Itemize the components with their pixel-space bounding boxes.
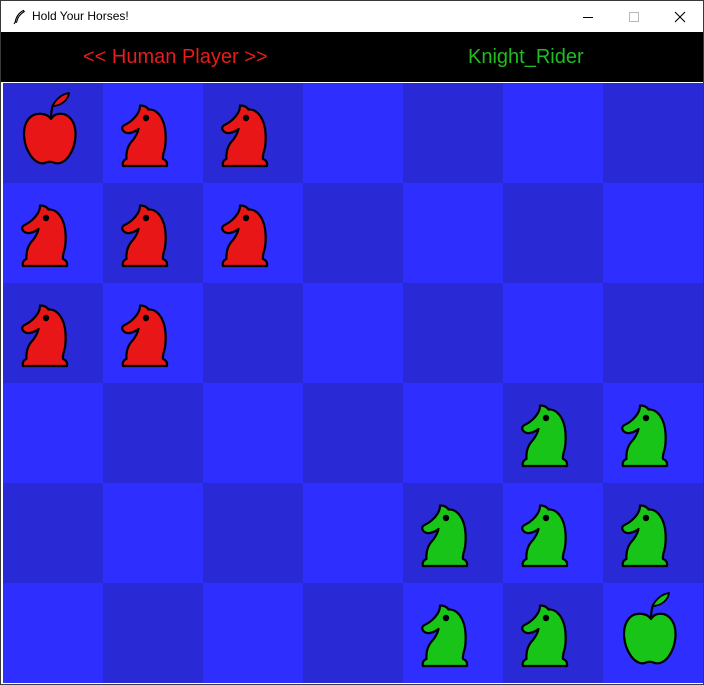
window-title: Hold Your Horses! [32,9,129,23]
red-knight-icon[interactable] [3,283,103,383]
maximize-button[interactable] [611,1,657,32]
board-square[interactable] [3,283,103,383]
green-knight-icon[interactable] [403,483,503,583]
board-square[interactable] [203,583,303,683]
board-square[interactable] [403,283,503,383]
board-square[interactable] [203,283,303,383]
red-knight-icon[interactable] [203,183,303,283]
feather-icon [11,9,27,25]
board-square[interactable] [603,183,703,283]
board-square[interactable] [503,83,603,183]
board-square[interactable] [103,83,203,183]
board-square[interactable] [3,183,103,283]
board-square[interactable] [3,383,103,483]
red-knight-icon[interactable] [103,283,203,383]
board-square[interactable] [103,383,203,483]
board-square[interactable] [403,583,503,683]
board-square[interactable] [203,383,303,483]
maximize-icon [629,11,639,22]
board-square[interactable] [203,483,303,583]
close-icon [674,11,686,22]
board-square[interactable] [303,583,403,683]
green-knight-icon[interactable] [403,583,503,683]
board-square[interactable] [303,483,403,583]
red-knight-icon[interactable] [3,183,103,283]
minimize-icon [583,16,593,18]
game-board[interactable] [3,83,703,683]
board-square[interactable] [503,383,603,483]
board-square[interactable] [3,483,103,583]
board-square[interactable] [303,283,403,383]
board-square[interactable] [503,183,603,283]
green-knight-icon[interactable] [503,583,603,683]
minimize-button[interactable] [565,1,611,32]
board-square[interactable] [403,483,503,583]
player2-label: Knight_Rider [468,46,584,68]
board-square[interactable] [203,83,303,183]
red-knight-icon[interactable] [103,183,203,283]
board-square[interactable] [103,283,203,383]
red-apple-icon[interactable] [3,83,103,183]
board-square[interactable] [303,183,403,283]
board-square[interactable] [603,583,703,683]
red-knight-icon[interactable] [103,83,203,183]
board-square[interactable] [3,83,103,183]
game-window: Hold Your Horses! << Human Player >> Kni… [0,0,704,685]
board-square[interactable] [103,583,203,683]
board-square[interactable] [603,483,703,583]
board-square[interactable] [303,383,403,483]
green-knight-icon[interactable] [503,383,603,483]
title-bar[interactable]: Hold Your Horses! [1,1,703,32]
board-square[interactable] [503,283,603,383]
green-apple-icon[interactable] [603,583,703,683]
board-square[interactable] [403,383,503,483]
green-knight-icon[interactable] [603,483,703,583]
board-square[interactable] [503,583,603,683]
player1-label: << Human Player >> [83,46,268,68]
green-knight-icon[interactable] [503,483,603,583]
board-square[interactable] [603,283,703,383]
board-square[interactable] [3,583,103,683]
board-square[interactable] [403,183,503,283]
board-square[interactable] [303,83,403,183]
board-square[interactable] [203,183,303,283]
board-square[interactable] [103,183,203,283]
board-square[interactable] [603,83,703,183]
board-square[interactable] [503,483,603,583]
close-button[interactable] [657,1,703,32]
red-knight-icon[interactable] [203,83,303,183]
status-bar: << Human Player >> Knight_Rider [1,32,703,82]
board-square[interactable] [403,83,503,183]
board-square[interactable] [603,383,703,483]
board-square[interactable] [103,483,203,583]
green-knight-icon[interactable] [603,383,703,483]
